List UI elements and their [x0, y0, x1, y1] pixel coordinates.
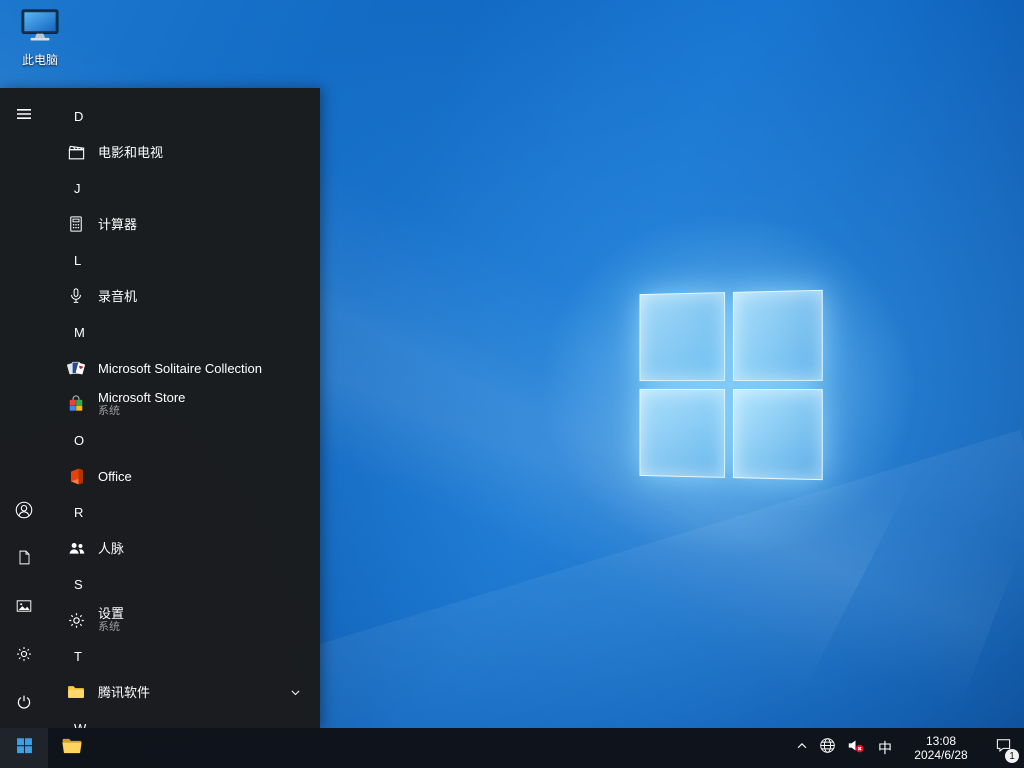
people-icon [64, 536, 88, 560]
rail-top [0, 92, 48, 140]
clock-date: 2024/6/28 [914, 748, 968, 762]
settings-button[interactable] [0, 632, 48, 680]
app-item-voice-recorder[interactable]: 录音机 [48, 278, 320, 314]
solitaire-cards-icon [64, 356, 88, 380]
clock[interactable]: 13:08 2024/6/28 [900, 728, 982, 768]
app-item-settings[interactable]: 设置 系统 [48, 602, 320, 638]
documents-button[interactable] [0, 536, 48, 584]
calculator-icon [64, 212, 88, 236]
wallpaper-windows-logo [639, 289, 823, 481]
logo-pane [639, 292, 726, 382]
settings-gear-icon [15, 645, 33, 668]
app-item-office[interactable]: Office [48, 458, 320, 494]
chevron-down-icon [289, 686, 302, 699]
folder-icon [64, 680, 88, 704]
expand-menu-button[interactable] [0, 92, 48, 140]
desktop-icon-this-pc[interactable]: 此电脑 [13, 8, 67, 68]
section-header-R[interactable]: R [48, 494, 320, 530]
start-menu-rail [0, 88, 48, 728]
section-header-T[interactable]: T [48, 638, 320, 674]
pictures-icon [16, 598, 32, 619]
speaker-muted-icon [846, 736, 865, 760]
volume-button[interactable] [841, 728, 870, 768]
user-account-button[interactable] [0, 488, 48, 536]
voice-recorder-icon [64, 284, 88, 308]
globe-network-icon [819, 737, 836, 759]
app-item-tencent-folder[interactable]: 腾讯软件 [48, 674, 320, 710]
app-subtitle: 系统 [98, 405, 120, 417]
store-icon [64, 392, 88, 416]
logo-pane [732, 389, 823, 481]
logo-pane [639, 388, 726, 478]
power-icon [16, 694, 32, 715]
section-header-L[interactable]: L [48, 242, 320, 278]
hamburger-menu-icon [16, 106, 32, 127]
start-menu-app-list: D 电影和电视 J 计算器 L 录音机 M Microsoft Solitair… [48, 88, 320, 728]
taskbar: 中 13:08 2024/6/28 1 [0, 728, 1024, 768]
show-hidden-icons-button[interactable] [790, 728, 814, 768]
desktop-icon-label: 此电脑 [21, 53, 58, 67]
settings-gear-icon [64, 608, 88, 632]
pictures-button[interactable] [0, 584, 48, 632]
documents-icon [17, 550, 32, 570]
clock-time: 13:08 [925, 734, 957, 748]
app-item-solitaire[interactable]: Microsoft Solitaire Collection [48, 350, 320, 386]
windows-logo-icon [16, 737, 33, 759]
section-header-D[interactable]: D [48, 98, 320, 134]
app-subtitle: 系统 [98, 621, 120, 633]
section-header-W[interactable]: W [48, 710, 320, 729]
movies-tv-icon [64, 140, 88, 164]
section-header-S[interactable]: S [48, 566, 320, 602]
notification-badge: 1 [1005, 749, 1019, 763]
app-item-microsoft-store[interactable]: Microsoft Store 系统 [48, 386, 320, 422]
office-icon [64, 464, 88, 488]
light-beam [293, 430, 1024, 768]
action-center-button[interactable]: 1 [982, 728, 1024, 768]
this-pc-monitor-icon [19, 8, 61, 49]
network-button[interactable] [814, 728, 841, 768]
section-header-J[interactable]: J [48, 170, 320, 206]
system-tray: 中 13:08 2024/6/28 1 [790, 728, 1024, 768]
section-header-O[interactable]: O [48, 422, 320, 458]
section-header-M[interactable]: M [48, 314, 320, 350]
chevron-up-icon [795, 739, 809, 758]
file-explorer-button[interactable] [48, 728, 96, 768]
rail-bottom [0, 488, 48, 728]
start-button[interactable] [0, 728, 48, 768]
file-explorer-icon [61, 735, 83, 762]
user-account-icon [15, 501, 33, 524]
power-button[interactable] [0, 680, 48, 728]
logo-pane [732, 289, 823, 381]
app-item-people[interactable]: 人脉 [48, 530, 320, 566]
start-menu: D 电影和电视 J 计算器 L 录音机 M Microsoft Solitair… [0, 88, 320, 728]
app-item-calculator[interactable]: 计算器 [48, 206, 320, 242]
taskbar-empty-area [96, 728, 790, 768]
ime-indicator[interactable]: 中 [870, 728, 900, 768]
app-item-movies-tv[interactable]: 电影和电视 [48, 134, 320, 170]
desktop: 此电脑 D 电影和电视 J 计算器 L 录音机 M Microsoft Soli… [0, 0, 1024, 768]
